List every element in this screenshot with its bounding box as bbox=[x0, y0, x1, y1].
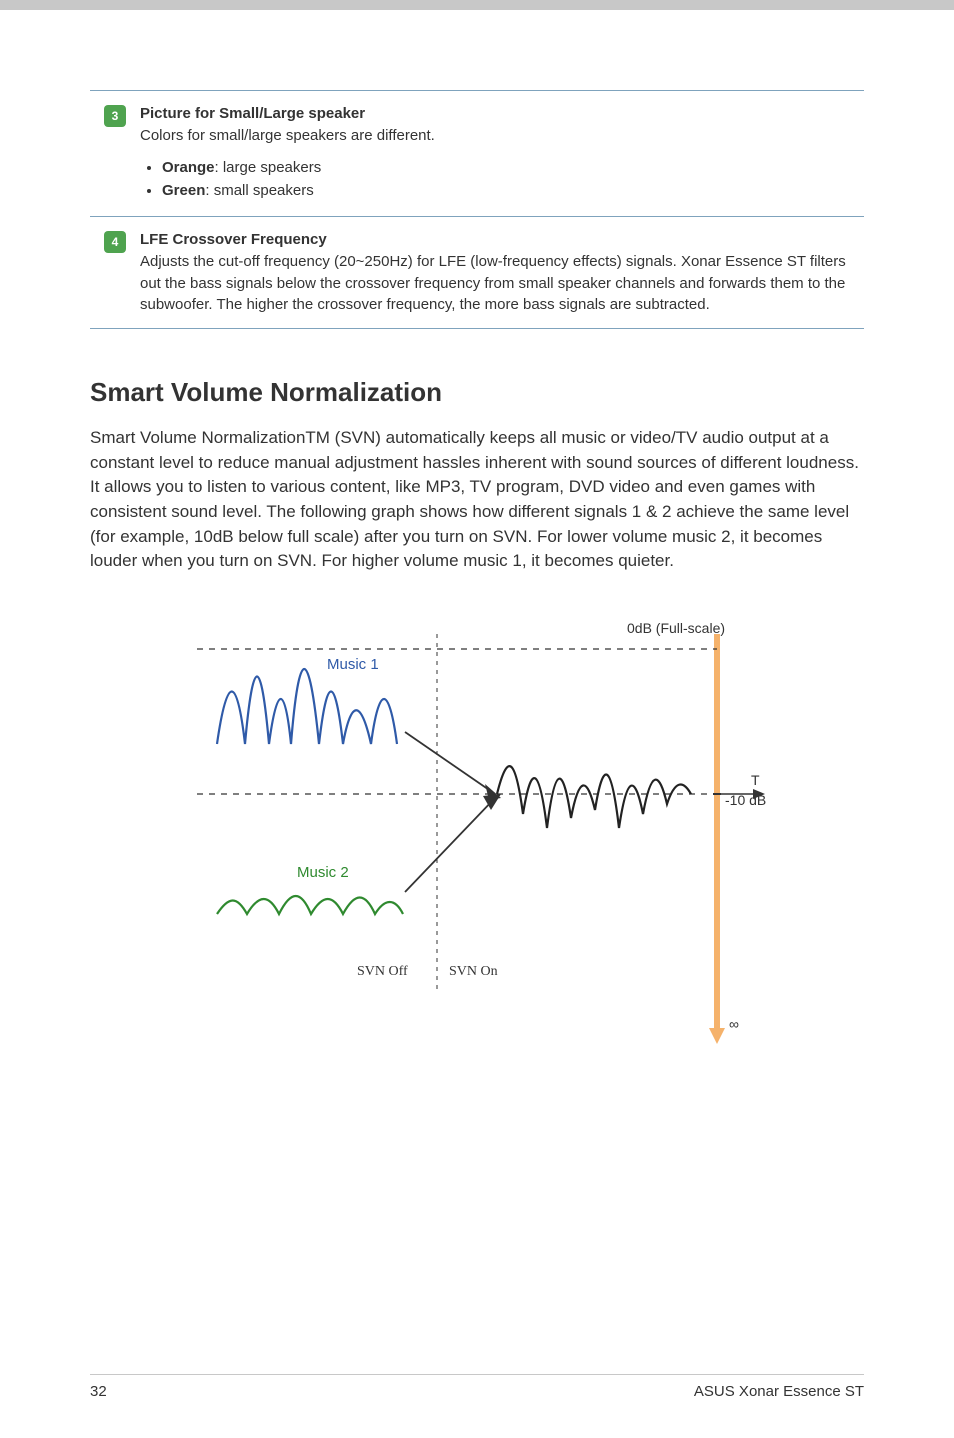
page-footer: 32 ASUS Xonar Essence ST bbox=[90, 1374, 864, 1400]
row-body: Picture for Small/Large speaker Colors f… bbox=[140, 103, 864, 204]
label-t: T bbox=[751, 772, 760, 788]
badge-col: 3 bbox=[90, 103, 140, 204]
row-title: Picture for Small/Large speaker bbox=[140, 105, 365, 122]
bullet-bold: Green bbox=[162, 182, 205, 199]
label-infinity: ∞ bbox=[729, 1016, 739, 1032]
label-music1: Music 1 bbox=[327, 656, 379, 673]
page-content: 3 Picture for Small/Large speaker Colors… bbox=[0, 10, 954, 1054]
page-number: 32 bbox=[90, 1383, 107, 1400]
row-desc: Adjusts the cut-off frequency (20~250Hz)… bbox=[140, 251, 864, 316]
svn-svg bbox=[157, 614, 797, 1054]
bullet-rest: : small speakers bbox=[205, 182, 313, 199]
label-music2: Music 2 bbox=[297, 864, 349, 881]
table-row: 4 LFE Crossover Frequency Adjusts the cu… bbox=[90, 217, 864, 329]
table-row: 3 Picture for Small/Large speaker Colors… bbox=[90, 91, 864, 217]
label-svn-on: SVN On bbox=[449, 964, 498, 980]
bullet-rest: : large speakers bbox=[215, 159, 322, 176]
row-title: LFE Crossover Frequency bbox=[140, 231, 327, 248]
row-desc: Colors for small/large speakers are diff… bbox=[140, 125, 864, 147]
badge-col: 4 bbox=[90, 229, 140, 316]
label-svn-off: SVN Off bbox=[357, 964, 408, 980]
bullet-bold: Orange bbox=[162, 159, 215, 176]
bullet-list: Orange: large speakers Green: small spea… bbox=[140, 157, 864, 203]
label-minus-10db: -10 dB bbox=[725, 792, 766, 808]
row-body: LFE Crossover Frequency Adjusts the cut-… bbox=[140, 229, 864, 316]
product-name: ASUS Xonar Essence ST bbox=[694, 1383, 864, 1400]
settings-table: 3 Picture for Small/Large speaker Colors… bbox=[90, 90, 864, 329]
section-title: Smart Volume Normalization bbox=[90, 377, 864, 408]
label-full-scale: 0dB (Full-scale) bbox=[627, 620, 725, 636]
svn-figure: 0dB (Full-scale) T -10 dB Music 1 Music … bbox=[157, 614, 797, 1054]
list-item: Green: small speakers bbox=[162, 180, 864, 202]
list-item: Orange: large speakers bbox=[162, 157, 864, 179]
row-number-badge: 3 bbox=[104, 105, 126, 127]
row-number-badge: 4 bbox=[104, 231, 126, 253]
top-bar bbox=[0, 0, 954, 10]
section-paragraph: Smart Volume NormalizationTM (SVN) autom… bbox=[90, 426, 864, 574]
